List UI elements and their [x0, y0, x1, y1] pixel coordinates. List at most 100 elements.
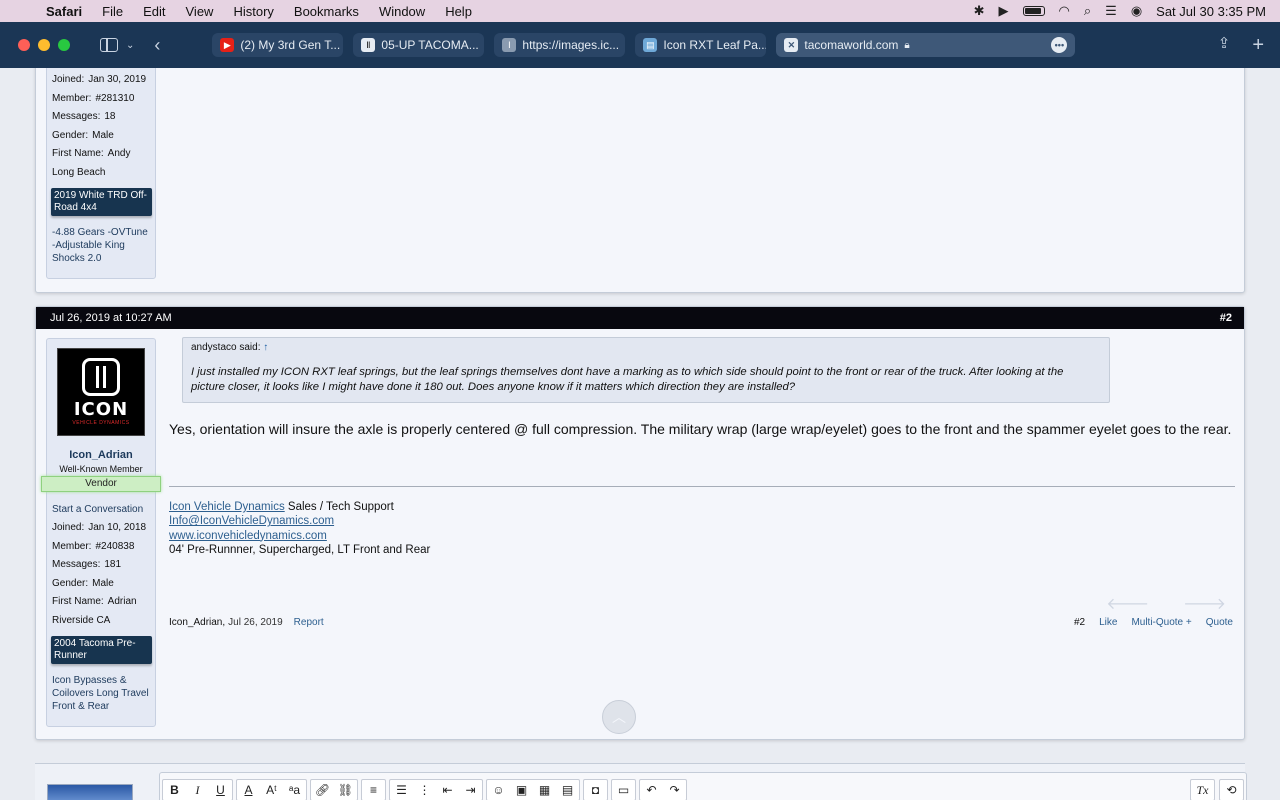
now-playing-icon[interactable]: ▶ [999, 3, 1009, 19]
bluetooth-icon[interactable]: ✱ [974, 3, 985, 19]
save-draft-icon[interactable]: ▭ [612, 780, 635, 800]
menu-file[interactable]: File [92, 4, 133, 19]
insert-icon[interactable]: ▤ [556, 780, 579, 800]
quote-author: andystaco said: ↑ [191, 342, 269, 353]
wifi-icon[interactable]: ◠ [1059, 3, 1070, 19]
logo-subtitle: VEHICLE DYNAMICS [72, 420, 130, 426]
italic-icon[interactable]: I [186, 780, 209, 800]
back-button[interactable]: ‹ [154, 35, 160, 56]
site-icon: Ⅱ [361, 38, 376, 52]
close-tab-icon[interactable]: ✕ [784, 38, 799, 52]
editor-toolbar-right: Tx ⟲ [1190, 779, 1244, 800]
post-footer: Icon_Adrian, Jul 26, 2019 Report #2 Like… [169, 617, 1233, 628]
spotlight-search-icon[interactable]: ⌕ [1084, 3, 1091, 19]
new-tab-icon[interactable]: + [1252, 34, 1264, 57]
font-family-icon[interactable]: ᵃa [283, 780, 306, 800]
avatar[interactable]: ICON VEHICLE DYNAMICS [57, 348, 145, 436]
remove-formatting-icon[interactable]: Tx [1191, 780, 1214, 800]
menu-edit[interactable]: Edit [133, 4, 175, 19]
post-number[interactable]: #2 [1074, 617, 1085, 628]
vehicle-badge: 2004 Tacoma Pre-Runner [51, 636, 152, 664]
stat-member: Member: #281310 [52, 92, 135, 104]
signature: Icon Vehicle Dynamics Sales / Tech Suppo… [169, 500, 430, 557]
company-link[interactable]: Icon Vehicle Dynamics [169, 501, 285, 513]
link-icon[interactable]: 🔗︎ [311, 780, 334, 800]
redo-icon[interactable]: ↷ [663, 780, 686, 800]
scroll-to-top-button[interactable]: ︿ [602, 700, 636, 734]
post-author[interactable]: Icon_Adrian, [169, 617, 225, 628]
web-page: Joined: Jan 30, 2019 Member: #281310 Messa… [0, 68, 1280, 800]
quote-text: I just installed my ICON RXT leaf spring… [191, 366, 1064, 393]
outdent-icon[interactable]: ⇤ [436, 780, 459, 800]
indent-icon[interactable]: ⇥ [459, 780, 482, 800]
toggle-bbcode-icon[interactable]: ⟲ [1220, 780, 1243, 800]
stat-gender: Gender: Male [52, 129, 114, 141]
quote-link[interactable]: Quote [1206, 617, 1233, 628]
menu-view[interactable]: View [176, 4, 224, 19]
tab-images[interactable]: I https://images.ic... [494, 33, 626, 57]
image-icon: ▤ [643, 38, 658, 52]
bullet-list-icon[interactable]: ☰ [390, 780, 413, 800]
address-text: tacomaworld.com [804, 38, 899, 52]
user-info-panel: ICON VEHICLE DYNAMICS Icon_Adrian Well-K… [41, 338, 161, 727]
address-bar[interactable]: ✕ tacomaworld.com 🔒︎ ••• [776, 33, 1076, 57]
tab-bar: ▶ (2) My 3rd Gen T... Ⅱ 05-UP TACOMA... … [212, 33, 1076, 57]
tab-label: (2) My 3rd Gen T... [240, 38, 341, 52]
page-menu-icon[interactable]: ••• [1051, 37, 1068, 53]
tab-icon-rxt[interactable]: ▤ Icon RXT Leaf Pa... [635, 33, 767, 57]
next-post-arrow-icon[interactable]: 🡒 [1183, 593, 1226, 614]
tab-label: Icon RXT Leaf Pa... [663, 38, 767, 52]
control-center-icon[interactable]: ☰ [1105, 3, 1117, 19]
fullscreen-window-button[interactable] [58, 39, 70, 51]
stat-joined: Joined: Jan 30, 2019 [52, 74, 147, 85]
underline-icon[interactable]: U [209, 780, 232, 800]
align-icon[interactable]: ≡ [362, 780, 385, 800]
menu-history[interactable]: History [223, 4, 283, 19]
siri-icon[interactable]: ◉ [1131, 3, 1142, 19]
media-icon[interactable]: ▦ [533, 780, 556, 800]
bold-icon[interactable]: B [163, 780, 186, 800]
unlink-icon[interactable]: ⛓︎ [334, 780, 357, 800]
stat-first-name: First Name: Adrian [52, 596, 137, 607]
post-footer-date[interactable]: Jul 26, 2019 [228, 617, 283, 628]
menu-window[interactable]: Window [369, 4, 435, 19]
menu-help[interactable]: Help [435, 4, 482, 19]
post-date: Jul 26, 2019 at 10:27 AM [50, 312, 172, 324]
menu-bookmarks[interactable]: Bookmarks [284, 4, 369, 19]
website-link[interactable]: www.iconvehicledynamics.com [169, 530, 327, 542]
email-link[interactable]: Info@IconVehicleDynamics.com [169, 515, 334, 527]
smilie-icon[interactable]: ☺ [487, 780, 510, 800]
post-body: Yes, orientation will insure the axle is… [169, 421, 1232, 437]
share-icon[interactable]: ⇪ [1218, 34, 1231, 57]
post-permalink[interactable]: #2 [1220, 312, 1232, 324]
site-icon: I [502, 38, 517, 52]
chevron-down-icon[interactable]: ⌄ [126, 40, 134, 51]
sidebar-toggle-icon[interactable] [100, 38, 118, 52]
numbered-list-icon[interactable]: ⋮ [413, 780, 436, 800]
font-size-icon[interactable]: Aᵗ [260, 780, 283, 800]
text-color-icon[interactable]: A [237, 780, 260, 800]
tab-youtube[interactable]: ▶ (2) My 3rd Gen T... [212, 33, 344, 57]
tab-tacoma-forum[interactable]: Ⅱ 05-UP TACOMA... [353, 33, 485, 57]
vehicle-badge: 2019 White TRD Off-Road 4x4 [51, 188, 152, 216]
username-link[interactable]: Icon_Adrian [47, 449, 155, 461]
report-link[interactable]: Report [294, 617, 324, 628]
menubar-clock[interactable]: Sat Jul 30 3:35 PM [1156, 4, 1266, 19]
image-icon[interactable]: ▣ [510, 780, 533, 800]
stat-member: Member: #240838 [52, 540, 135, 552]
stat-gender: Gender: Male [52, 577, 114, 589]
start-conversation-link[interactable]: Start a Conversation [47, 492, 155, 519]
jump-to-quote-icon[interactable]: ↑ [263, 342, 268, 353]
minimize-window-button[interactable] [38, 39, 50, 51]
current-user-avatar [47, 784, 133, 800]
close-window-button[interactable] [18, 39, 30, 51]
battery-icon[interactable] [1022, 6, 1045, 16]
like-link[interactable]: Like [1099, 617, 1117, 628]
undo-icon[interactable]: ↶ [640, 780, 663, 800]
vehicle-mods: Icon Bypasses & Coilovers Long Travel Fr… [52, 675, 149, 712]
camera-icon[interactable]: ◘ [584, 780, 607, 800]
prev-post-arrow-icon[interactable]: 🡐 [1106, 593, 1149, 614]
stat-joined: Joined: Jan 10, 2018 [52, 522, 147, 533]
menu-app-safari[interactable]: Safari [46, 4, 92, 19]
multi-quote-link[interactable]: Multi-Quote + [1131, 617, 1191, 628]
